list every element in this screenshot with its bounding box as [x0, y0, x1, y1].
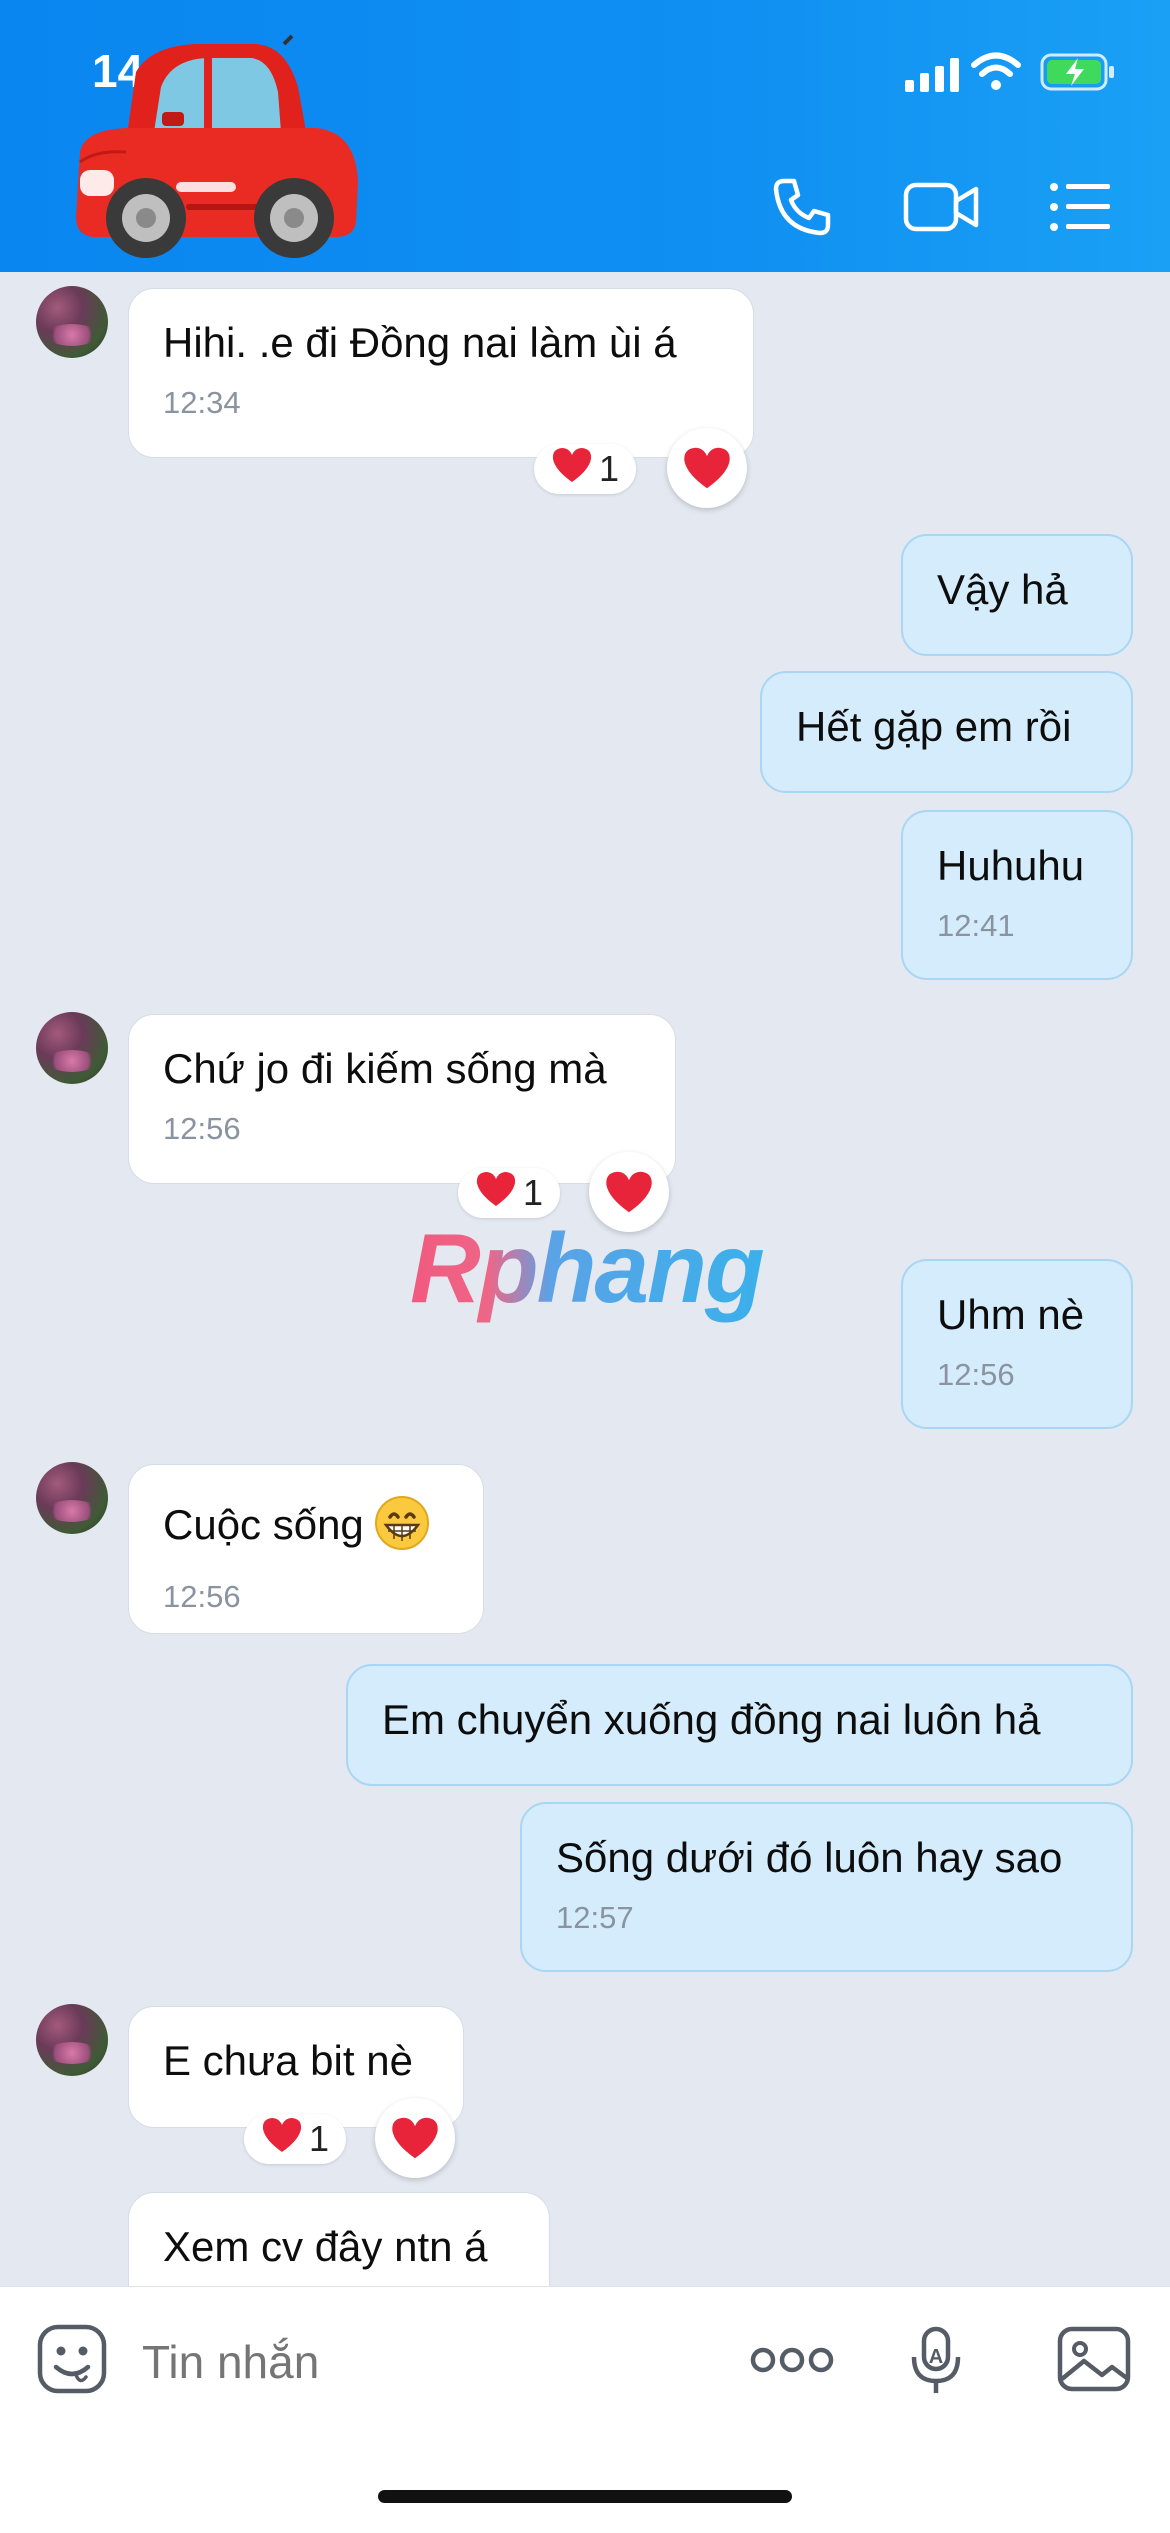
- message-text: Xem cv đây ntn á: [163, 2223, 488, 2270]
- heart-icon: [392, 2117, 438, 2159]
- message-text: Huhuhu: [937, 842, 1085, 889]
- message-time: 12:56: [163, 1111, 241, 1146]
- reaction-count-badge[interactable]: 1: [458, 1168, 560, 1218]
- image-icon[interactable]: [1056, 2325, 1132, 2398]
- list-menu-icon[interactable]: [1048, 175, 1112, 244]
- grinning-face-icon: [374, 1495, 430, 1561]
- more-dots-icon[interactable]: [750, 2345, 834, 2380]
- battery-icon: [1040, 52, 1116, 97]
- reaction-count-badge[interactable]: 1: [244, 2114, 346, 2164]
- message-bubble-outgoing[interactable]: Em chuyển xuống đồng nai luôn hả: [346, 1664, 1133, 1786]
- message-time: 12:57: [556, 1900, 634, 1935]
- heart-react-button[interactable]: [375, 2098, 455, 2178]
- contact-avatar[interactable]: [36, 2004, 108, 2076]
- message-text: Cuộc sống: [163, 1501, 364, 1549]
- message-bubble-incoming[interactable]: Chứ jo đi kiếm sống mà 12:56: [128, 1014, 676, 1184]
- contact-avatar[interactable]: [36, 1012, 108, 1084]
- chat-header: 14:0: [0, 0, 1170, 272]
- svg-text:A: A: [929, 2346, 943, 2368]
- heart-react-button[interactable]: [667, 428, 747, 508]
- message-input[interactable]: [142, 2335, 702, 2389]
- message-text: Uhm nè: [937, 1291, 1085, 1338]
- message-text: E chưa bit nè: [163, 2037, 413, 2084]
- message-bubble-incoming[interactable]: Hihi. .e đi Đồng nai làm ùi á 12:34: [128, 288, 754, 458]
- contact-avatar[interactable]: [36, 286, 108, 358]
- wifi-icon: [970, 52, 1022, 97]
- message-time: 12:56: [937, 1357, 1015, 1392]
- contact-avatar[interactable]: [36, 1462, 108, 1534]
- heart-icon: [551, 446, 593, 493]
- message-bubble-incoming[interactable]: Cuộc sống 12:56: [128, 1464, 484, 1634]
- message-text: Hết gặp em rồi: [796, 703, 1072, 750]
- cellular-signal-icon: [905, 58, 961, 99]
- car-emoji-icon[interactable]: [66, 32, 366, 267]
- home-indicator: [378, 2490, 792, 2503]
- message-text: Vậy hả: [937, 566, 1068, 613]
- sticker-face-icon[interactable]: [36, 2323, 108, 2400]
- phone-icon[interactable]: [770, 175, 834, 244]
- reaction-count: 1: [522, 1172, 544, 1213]
- reaction-count: 1: [598, 448, 620, 489]
- message-text-row: Cuộc sống: [163, 1495, 449, 1561]
- message-bubble-outgoing[interactable]: Vậy hả: [901, 534, 1133, 656]
- message-text: Hihi. .e đi Đồng nai làm ùi á: [163, 319, 677, 366]
- watermark-logo: Rphang: [410, 1213, 765, 1323]
- video-camera-icon[interactable]: [902, 175, 980, 244]
- message-bubble-outgoing[interactable]: Sống dưới đó luôn hay sao 12:57: [520, 1802, 1133, 1972]
- heart-icon: [684, 447, 730, 489]
- message-text: Em chuyển xuống đồng nai luôn hả: [382, 1696, 1041, 1743]
- message-time: 12:56: [163, 1579, 241, 1614]
- message-time: 12:41: [937, 908, 1015, 943]
- heart-icon: [261, 2116, 303, 2163]
- message-text: Sống dưới đó luôn hay sao: [556, 1834, 1063, 1881]
- microphone-icon[interactable]: A: [906, 2325, 966, 2402]
- heart-icon: [606, 1171, 652, 1213]
- message-time: 12:34: [163, 385, 241, 420]
- message-bubble-outgoing[interactable]: Hết gặp em rồi: [760, 671, 1133, 793]
- message-text: Chứ jo đi kiếm sống mà: [163, 1045, 607, 1092]
- message-bubble-outgoing[interactable]: Huhuhu 12:41: [901, 810, 1133, 980]
- message-bubble-outgoing[interactable]: Uhm nè 12:56: [901, 1259, 1133, 1429]
- reaction-count-badge[interactable]: 1: [534, 444, 636, 494]
- reaction-count: 1: [308, 2118, 330, 2159]
- heart-icon: [475, 1170, 517, 1217]
